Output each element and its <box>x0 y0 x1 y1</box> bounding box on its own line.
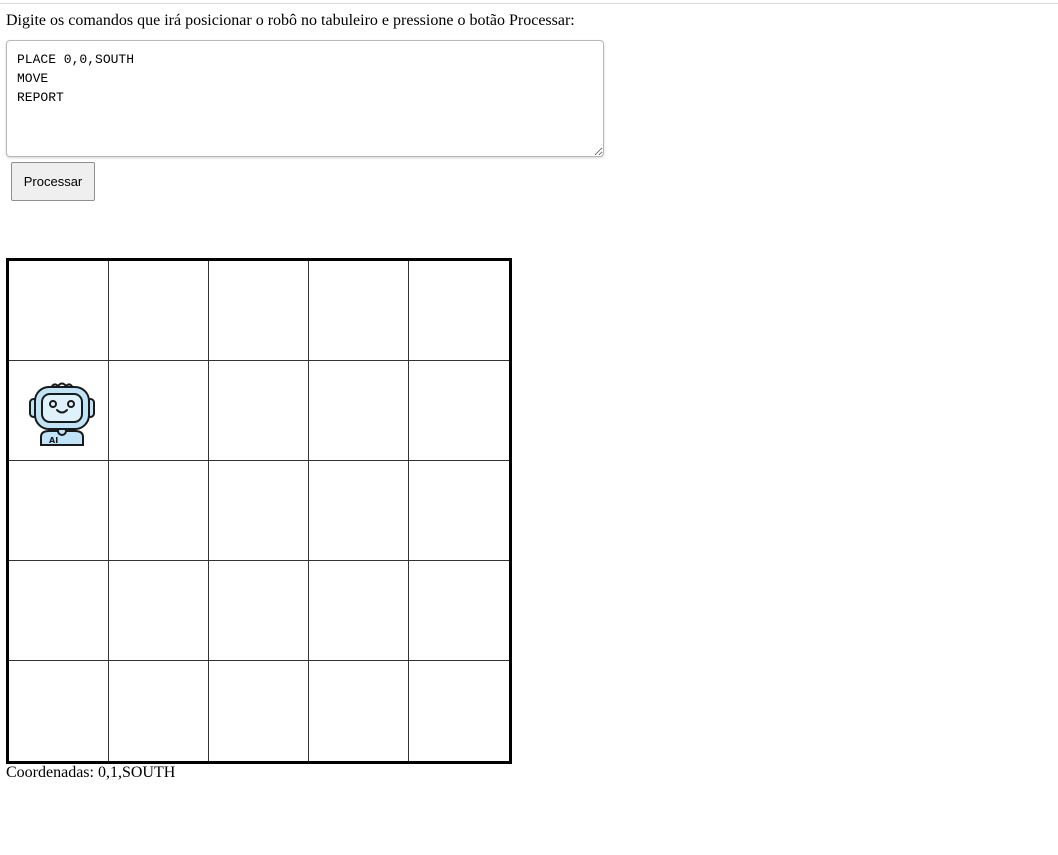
board-cell <box>209 561 309 661</box>
board-cell <box>109 261 209 361</box>
robot-icon: AI <box>29 381 95 447</box>
board-cell <box>109 361 209 461</box>
board-cell <box>409 461 509 561</box>
board-cell <box>109 661 209 761</box>
board-cell <box>209 461 309 561</box>
board-cell <box>9 461 109 561</box>
instructions-text: Digite os comandos que irá posicionar o … <box>6 12 575 29</box>
board-cell <box>109 461 209 561</box>
board-cell <box>309 661 409 761</box>
board-cell <box>209 661 309 761</box>
board-cell <box>9 261 109 361</box>
commands-textarea[interactable]: PLACE 0,0,SOUTH MOVE REPORT <box>6 40 604 157</box>
board-cell <box>409 261 509 361</box>
board-grid: AI <box>6 258 512 764</box>
board-cell <box>309 461 409 561</box>
process-button[interactable]: Processar <box>11 162 95 201</box>
coordinates-report: Coordenadas: 0,1,SOUTH <box>6 764 176 781</box>
board-cell <box>309 261 409 361</box>
board-cell <box>9 661 109 761</box>
board-cell <box>309 361 409 461</box>
robot-badge-text: AI <box>49 436 58 445</box>
board-cell <box>209 261 309 361</box>
board-cell <box>9 561 109 661</box>
board-cell <box>209 361 309 461</box>
board-cell <box>409 661 509 761</box>
board-cell <box>409 361 509 461</box>
top-divider <box>0 3 1058 4</box>
board-cell <box>309 561 409 661</box>
board-cell <box>409 561 509 661</box>
board-cell <box>109 561 209 661</box>
board-cell: AI <box>9 361 109 461</box>
